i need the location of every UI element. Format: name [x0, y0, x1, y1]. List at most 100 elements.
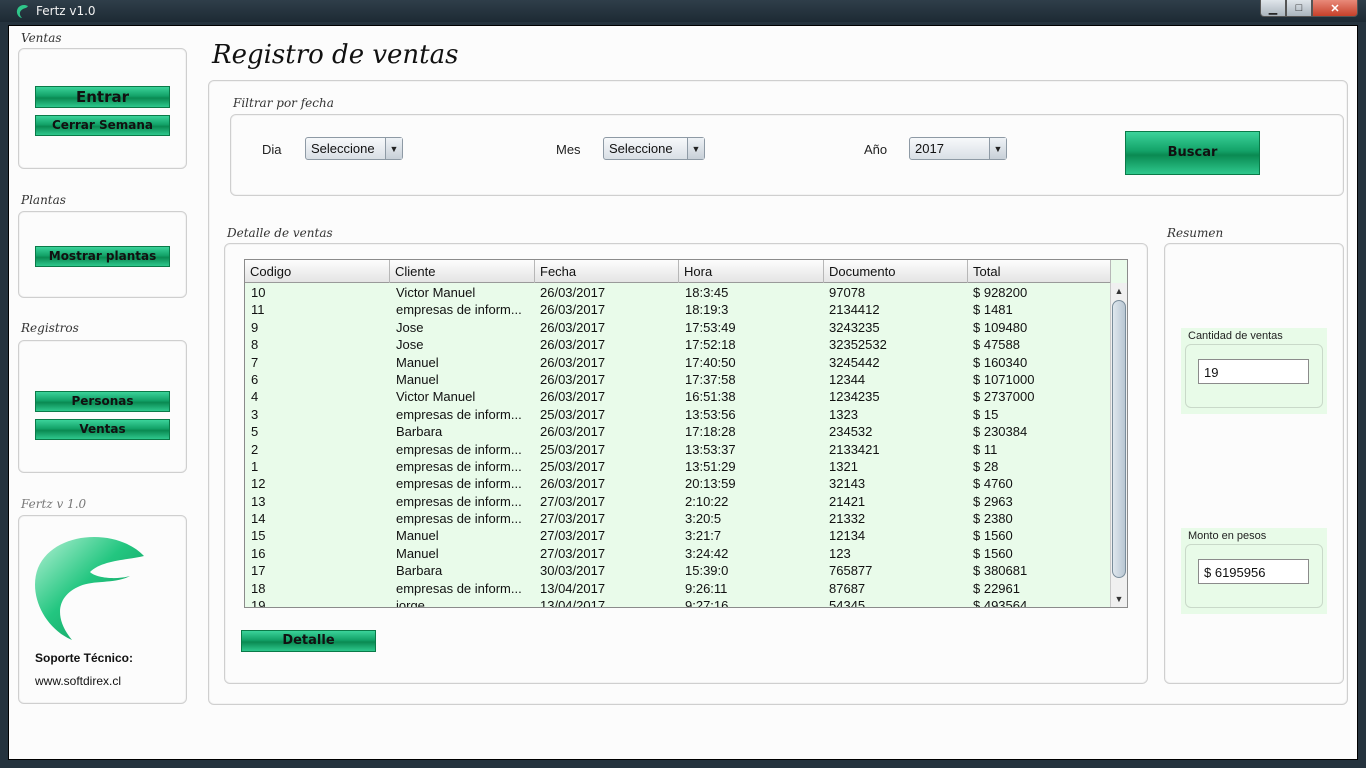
table-row[interactable]: 10 Victor Manuel 26/03/2017 18:3:45 97078 $ 9…	[245, 284, 1111, 301]
title-bar[interactable]: Fertz v1.0 ▁ □ ✕	[0, 0, 1366, 22]
table-cell: 5	[251, 424, 259, 440]
table-cell: 12344	[829, 371, 866, 387]
scroll-down-icon[interactable]: ▼	[1111, 591, 1127, 607]
buscar-button[interactable]: Buscar	[1125, 131, 1260, 175]
table-cell: 1323	[829, 406, 858, 422]
table-cell: Manuel	[396, 354, 439, 370]
table-cell: 4	[251, 389, 259, 405]
table-cell: $ 28	[973, 458, 999, 474]
ventas-panel	[18, 48, 187, 169]
table-cell: 26/03/2017	[540, 424, 606, 440]
app-logo-icon	[16, 4, 28, 18]
table-cell: $ 15	[973, 406, 999, 422]
personas-button[interactable]: Personas	[35, 391, 170, 412]
table-cell: 12	[251, 476, 266, 492]
resumen-panel	[1164, 243, 1344, 684]
table-cell: Victor Manuel	[396, 389, 476, 405]
column-header-total[interactable]: Total	[968, 260, 1111, 283]
table-cell: 21421	[829, 493, 866, 509]
table-row[interactable]: 11 empresas de inform... 26/03/2017 18:19:3…	[245, 301, 1111, 318]
entrar-button[interactable]: Entrar	[35, 86, 170, 108]
window-title: Fertz v1.0	[36, 4, 96, 18]
dia-select[interactable]: Seleccione ▼	[305, 137, 403, 160]
table-cell: 27/03/2017	[540, 545, 606, 561]
mes-select[interactable]: Seleccione ▼	[603, 137, 705, 160]
table-cell: 16	[251, 545, 266, 561]
table-cell: 17:53:49	[685, 319, 736, 335]
minimize-button[interactable]: ▁	[1260, 0, 1286, 17]
table-row[interactable]: 19 jorge 13/04/2017 9:27:16 54345 $ 493564	[245, 597, 1111, 607]
ventas-registros-button[interactable]: Ventas	[35, 419, 170, 440]
column-header-documento[interactable]: Documento	[824, 260, 968, 283]
table-cell: 13/04/2017	[540, 598, 606, 607]
table-cell: 26/03/2017	[540, 337, 606, 353]
table-cell: $ 1560	[973, 545, 1013, 561]
column-header-codigo[interactable]: Codigo	[245, 260, 390, 283]
website-link[interactable]: www.softdirex.cl	[35, 674, 121, 688]
table-cell: $ 160340	[973, 354, 1028, 370]
table-row[interactable]: 16 Manuel 27/03/2017 3:24:42 123 $ 1560	[245, 545, 1111, 562]
scrollbar-thumb[interactable]	[1112, 300, 1126, 578]
table-row[interactable]: 2 empresas de inform... 25/03/2017 13:53:37…	[245, 441, 1111, 458]
table-row[interactable]: 12 empresas de inform... 26/03/2017 20:13:5…	[245, 475, 1111, 492]
table-cell: 54345	[829, 598, 866, 607]
table-row[interactable]: 14 empresas de inform... 27/03/2017 3:20:5 2…	[245, 510, 1111, 527]
table-cell: 12134	[829, 528, 866, 544]
chevron-down-icon: ▼	[989, 138, 1006, 159]
table-row[interactable]: 5 Barbara 26/03/2017 17:18:28 234532 $ 230384	[245, 423, 1111, 440]
table-cell: $ 493564	[973, 598, 1028, 607]
chevron-down-icon: ▼	[687, 138, 704, 159]
table-row[interactable]: 3 empresas de inform... 25/03/2017 13:53:56…	[245, 406, 1111, 423]
table-cell: $ 230384	[973, 424, 1028, 440]
cantidad-field[interactable]: 19	[1198, 359, 1309, 384]
table-cell: 30/03/2017	[540, 563, 606, 579]
registros-section-title: Registros	[21, 321, 79, 335]
table-row[interactable]: 4 Victor Manuel 26/03/2017 16:51:38 1234235 $…	[245, 388, 1111, 405]
table-cell: Jose	[396, 319, 424, 335]
table-row[interactable]: 8 Jose 26/03/2017 17:52:18 32352532 $ 47588	[245, 336, 1111, 353]
table-cell: $ 928200	[973, 285, 1028, 300]
table-cell: 3245442	[829, 354, 880, 370]
table-cell: 2134412	[829, 302, 880, 318]
table-cell: 15:39:0	[685, 563, 729, 579]
table-row[interactable]: 18 empresas de inform... 13/04/2017 9:26:11…	[245, 580, 1111, 597]
cantidad-label: Cantidad de ventas	[1188, 330, 1283, 342]
detalle-button[interactable]: Detalle	[241, 630, 376, 652]
ventas-table[interactable]: Codigo Cliente Fecha Hora Documento Tota…	[244, 259, 1128, 608]
column-header-fecha[interactable]: Fecha	[535, 260, 679, 283]
table-cell: 26/03/2017	[540, 319, 606, 335]
scroll-up-icon[interactable]: ▲	[1111, 283, 1127, 299]
table-row[interactable]: 17 Barbara 30/03/2017 15:39:0 765877 $ 380681	[245, 562, 1111, 579]
cerrar-semana-button[interactable]: Cerrar Semana	[35, 115, 170, 136]
table-row[interactable]: 13 empresas de inform... 27/03/2017 2:10:22…	[245, 493, 1111, 510]
table-cell: 26/03/2017	[540, 285, 606, 300]
table-cell: 21332	[829, 511, 866, 527]
table-cell: 27/03/2017	[540, 511, 606, 527]
column-header-hora[interactable]: Hora	[679, 260, 824, 283]
column-header-cliente[interactable]: Cliente	[390, 260, 535, 283]
table-row[interactable]: 9 Jose 26/03/2017 17:53:49 3243235 $ 109480	[245, 319, 1111, 336]
table-cell: $ 22961	[973, 580, 1020, 596]
table-row[interactable]: 6 Manuel 26/03/2017 17:37:58 12344 $ 1071000	[245, 371, 1111, 388]
resumen-section-title: Resumen	[1167, 226, 1224, 240]
maximize-button[interactable]: □	[1286, 0, 1312, 17]
table-row[interactable]: 15 Manuel 27/03/2017 3:21:7 12134 $ 1560	[245, 527, 1111, 544]
table-cell: 18	[251, 580, 266, 596]
table-cell: 27/03/2017	[540, 493, 606, 509]
anio-select[interactable]: 2017 ▼	[909, 137, 1007, 160]
table-cell: $ 47588	[973, 337, 1020, 353]
table-cell: 26/03/2017	[540, 371, 606, 387]
monto-field[interactable]: $ 6195956	[1198, 559, 1309, 584]
table-body: 10 Victor Manuel 26/03/2017 18:3:45 97078 $ 9…	[245, 284, 1111, 607]
table-cell: 234532	[829, 424, 873, 440]
chevron-down-icon: ▼	[385, 138, 402, 159]
table-scrollbar[interactable]: ▲ ▼	[1110, 283, 1127, 607]
table-row[interactable]: 7 Manuel 26/03/2017 17:40:50 3245442 $ 160340	[245, 354, 1111, 371]
table-cell: Manuel	[396, 371, 439, 387]
table-row[interactable]: 1 empresas de inform... 25/03/2017 13:51:29…	[245, 458, 1111, 475]
filter-section-title: Filtrar por fecha	[233, 96, 334, 110]
mostrar-plantas-button[interactable]: Mostrar plantas	[35, 246, 170, 267]
table-cell: 16:51:38	[685, 389, 736, 405]
close-button[interactable]: ✕	[1312, 0, 1358, 17]
table-cell: $ 1560	[973, 528, 1013, 544]
